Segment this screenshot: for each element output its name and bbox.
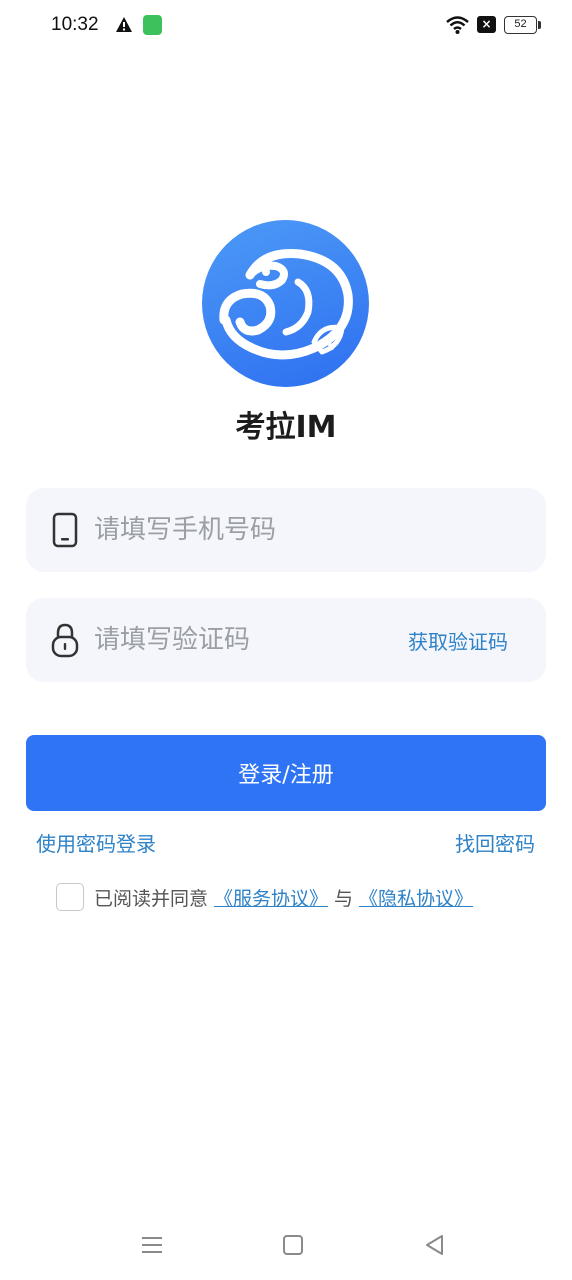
privacy-agreement-link[interactable]: 《隐私协议》 <box>359 884 473 911</box>
app-name: 考拉IM <box>235 410 337 445</box>
password-login-link[interactable]: 使用密码登录 <box>36 828 156 857</box>
home-icon[interactable] <box>283 1235 303 1255</box>
code-input[interactable] <box>94 620 394 660</box>
code-field-container[interactable]: 获取验证码 <box>26 598 546 682</box>
battery-level: 52 <box>514 18 527 30</box>
wifi-icon <box>446 16 469 34</box>
battery-icon: 52 <box>504 16 537 34</box>
status-time: 10:32 <box>51 14 99 35</box>
battery-tip <box>538 21 541 29</box>
login-register-button[interactable]: 登录/注册 <box>26 735 546 811</box>
get-code-button[interactable]: 获取验证码 <box>408 626 508 655</box>
agreement-row: 已阅读并同意 《服务协议》 与 《隐私协议》 <box>56 882 473 912</box>
warning-icon <box>116 17 132 32</box>
agreement-checkbox[interactable] <box>56 883 84 911</box>
koala-fish-logo <box>219 248 353 360</box>
find-password-link[interactable]: 找回密码 <box>455 828 535 857</box>
menu-icon[interactable] <box>141 1235 163 1255</box>
agreement-conjunction: 与 <box>334 887 354 910</box>
phone-input[interactable] <box>94 510 394 550</box>
lock-icon <box>51 623 79 658</box>
phone-icon <box>52 512 78 548</box>
phone-field-container[interactable] <box>26 488 546 572</box>
back-icon[interactable] <box>424 1234 444 1256</box>
app-notification-icon <box>143 15 162 35</box>
service-agreement-link[interactable]: 《服务协议》 <box>214 884 328 911</box>
agreement-prefix: 已阅读并同意 <box>94 887 209 910</box>
no-signal-icon: × <box>477 16 496 33</box>
app-logo <box>202 220 369 387</box>
status-bar: 10:32 × 52 <box>0 0 572 52</box>
